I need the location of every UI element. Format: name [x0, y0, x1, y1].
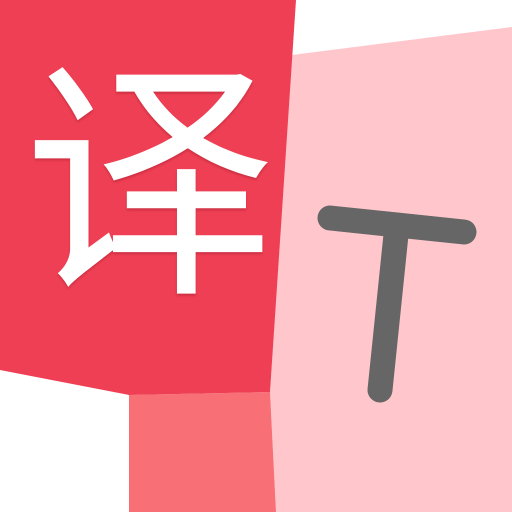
translate-chinese-glyph: 译 [22, 40, 275, 333]
source-card-tail [129, 392, 276, 512]
latin-t-stem [367, 212, 410, 403]
translator-app-icon: 译 [0, 0, 512, 512]
latin-t-glyph [300, 190, 505, 415]
